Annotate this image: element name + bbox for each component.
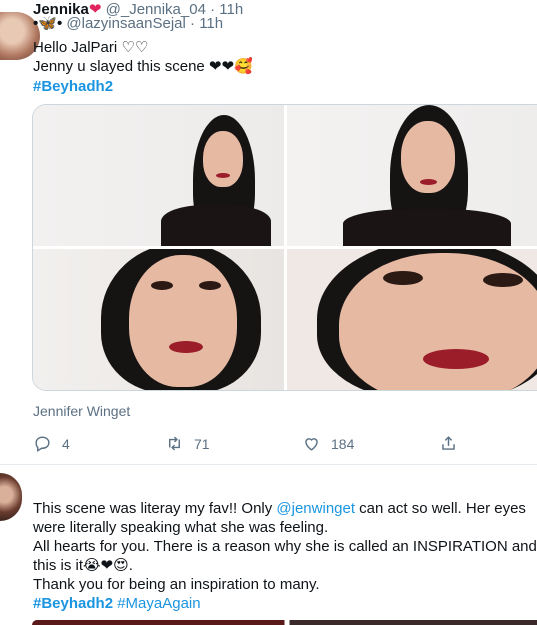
tweet-actions: 4 71 184	[33, 434, 473, 456]
tweet-text-line: were literally speaking what she was fee…	[33, 519, 329, 536]
heart-emoji: ❤	[88, 1, 102, 18]
photo-4[interactable]	[287, 249, 537, 390]
display-name[interactable]: Jennika	[33, 1, 89, 18]
photo-3[interactable]	[33, 249, 284, 390]
avatar[interactable]	[0, 473, 22, 521]
tweet-text-line: All hearts for you. There is a reason wh…	[33, 538, 537, 555]
hashtag-link[interactable]: #Beyhadh2	[33, 77, 113, 96]
like-icon	[305, 438, 318, 451]
hashtag-link[interactable]: #MayaAgain	[117, 595, 200, 612]
photo-1[interactable]	[33, 105, 284, 246]
mention-link[interactable]: @jenwinget	[276, 500, 355, 517]
media-grid[interactable]	[32, 104, 537, 391]
tweet-text-line: this is it😭❤😍.	[33, 557, 133, 574]
tweet-text-line: This scene was literay my fav!! Only @je…	[33, 500, 526, 517]
hashtag-link[interactable]: #Beyhadh2	[33, 595, 113, 612]
share-button[interactable]	[439, 434, 458, 453]
media-preview-strip[interactable]	[32, 620, 537, 625]
tweet-text-line: Thank you for being an inspiration to ma…	[33, 576, 320, 593]
timestamp[interactable]: 11h	[219, 1, 243, 18]
tweet[interactable]: •🦋• @lazyinsaanSejal · 11h Hello JalPari…	[0, 0, 537, 465]
tweet-text-line: Jenny u slayed this scene ❤❤🥰	[33, 58, 253, 75]
media-tag-caption[interactable]: Jennifer Winget	[33, 403, 130, 419]
retweet-button[interactable]: 71	[165, 434, 210, 453]
retweet-icon	[169, 436, 180, 451]
tweet-header: Jennika❤ @_Jennika_04 · 11h	[33, 0, 243, 18]
like-button[interactable]: 184	[302, 434, 354, 453]
reply-icon	[35, 436, 50, 452]
user-handle[interactable]: @_Jennika_04	[106, 1, 206, 18]
separator: ·	[210, 1, 216, 18]
tweet-text-line: Hello JalPari ♡♡	[33, 39, 149, 56]
share-icon	[442, 436, 455, 450]
reply-button[interactable]: 4	[33, 434, 70, 453]
retweet-count: 71	[194, 435, 210, 452]
hashtag-row: #Beyhadh2 #MayaAgain	[33, 594, 201, 613]
reply-count: 4	[62, 435, 70, 452]
like-count: 184	[331, 435, 355, 452]
photo-2[interactable]	[287, 105, 537, 246]
